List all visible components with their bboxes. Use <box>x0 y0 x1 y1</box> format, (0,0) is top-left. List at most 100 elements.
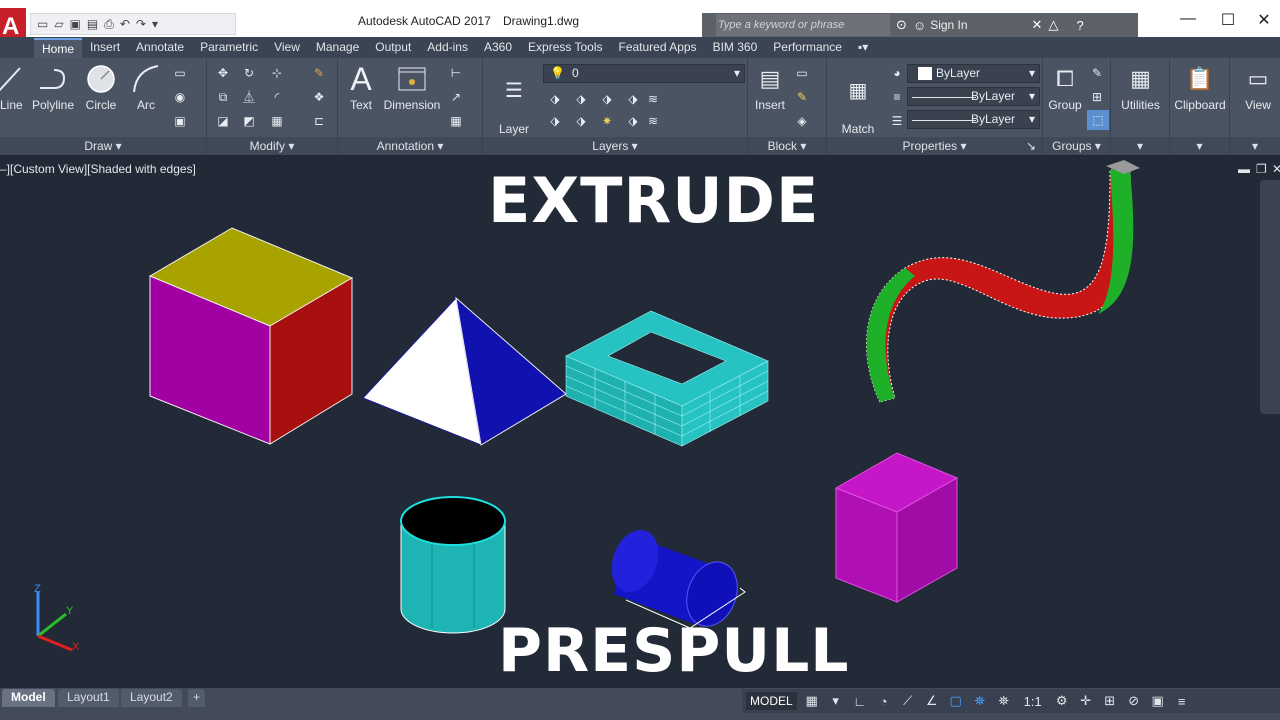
pressed-cylinder[interactable] <box>400 496 506 634</box>
tab-express-tools[interactable]: Express Tools <box>520 38 610 58</box>
print-icon[interactable]: ⎙ <box>104 17 114 32</box>
annotation-monitor-icon[interactable]: ✛ <box>1077 693 1095 709</box>
clipboard-dropdown-icon[interactable]: ▾ <box>1170 137 1229 155</box>
binoculars-icon[interactable]: ⊙ <box>896 17 907 33</box>
edit-attributes-icon[interactable]: ◈ <box>794 114 810 128</box>
undo-icon[interactable]: ↶ <box>120 17 130 31</box>
tab-manage[interactable]: Manage <box>308 38 367 58</box>
move-icon[interactable]: ✥ <box>215 66 231 80</box>
maximize-icon[interactable]: ☐ <box>1208 10 1248 30</box>
tab-parametric[interactable]: Parametric <box>192 38 266 58</box>
tab-home[interactable]: Home <box>34 38 83 58</box>
mirror-icon[interactable]: ⏅ <box>241 90 257 104</box>
color-dropdown[interactable]: ByLayer ▾ <box>907 64 1040 83</box>
layer-thaw-icon[interactable]: ⬗ <box>625 114 641 128</box>
tab-a360[interactable]: A360 <box>476 38 520 58</box>
ortho-icon[interactable]: ∟ <box>851 694 869 709</box>
line-tool[interactable]: Line <box>0 64 23 112</box>
extruded-cube[interactable] <box>148 227 354 445</box>
hatch-icon[interactable]: ◉ <box>172 90 188 104</box>
grid-icon[interactable]: ▦ <box>803 693 821 709</box>
layer-merge-icon[interactable]: ≋ <box>645 114 661 128</box>
arc-tool[interactable]: Arc <box>130 64 162 112</box>
isolate-objects-icon[interactable]: ⊘ <box>1125 693 1143 709</box>
object-snap-icon[interactable]: ▢ <box>947 693 965 709</box>
open-folder-icon[interactable]: ▱ <box>54 17 63 31</box>
close-icon[interactable]: ✕ <box>1244 10 1280 30</box>
group-tool[interactable]: ⧠ Group <box>1045 64 1085 112</box>
utilities-dropdown-icon[interactable]: ▾ <box>1111 137 1169 155</box>
tab-insert[interactable]: Insert <box>82 38 128 58</box>
tab-output[interactable]: Output <box>367 38 419 58</box>
layer-walk-icon[interactable]: ≋ <box>645 92 661 106</box>
help-button[interactable]: ? <box>1076 18 1083 33</box>
workspace-gear-icon[interactable]: ⚙ <box>1053 693 1071 709</box>
layer-off-icon[interactable]: ⬗ <box>547 92 563 106</box>
layers-panel-title[interactable]: Layers ▾ <box>483 137 747 155</box>
layer-make-current-icon[interactable]: ⬗ <box>547 114 563 128</box>
object-snap-tracking-icon[interactable]: ∠ <box>923 693 941 709</box>
view-tool[interactable]: ▭ View <box>1230 64 1280 112</box>
array-icon[interactable]: ▦ <box>269 114 285 128</box>
rotate-icon[interactable]: ↻ <box>241 66 257 80</box>
layout-tab-layout2[interactable]: Layout2 <box>121 689 182 707</box>
customization-icon[interactable]: ≡ <box>1173 694 1191 709</box>
tab-performance[interactable]: Performance <box>765 38 850 58</box>
draw-panel-title[interactable]: Draw ▾ <box>0 137 206 155</box>
tab-add-ins[interactable]: Add-ins <box>419 38 476 58</box>
layout-tab-model[interactable]: Model <box>2 689 55 707</box>
create-block-icon[interactable]: ▭ <box>794 66 810 80</box>
properties-panel-title[interactable]: Properties ▾ ↘ <box>827 137 1042 155</box>
drawing-viewport[interactable]: –][Custom View][Shaded with edges] ▬ ❐ ✕ <box>0 156 1280 688</box>
new-file-icon[interactable]: ▭ <box>37 17 48 31</box>
layer-unisolate-icon[interactable]: ✷ <box>599 114 615 128</box>
swept-solid[interactable] <box>866 160 1140 403</box>
layout-tab-layout1[interactable]: Layout1 <box>58 689 119 707</box>
layer-lock-icon[interactable]: ⬗ <box>625 92 641 106</box>
circle-tool[interactable]: Circle <box>84 64 118 112</box>
annotation-scale[interactable]: 1:1 <box>1019 694 1047 709</box>
exchange-icon[interactable]: ✕ <box>1032 17 1043 33</box>
minimize-icon[interactable]: — <box>1168 10 1208 28</box>
rectangle-icon[interactable]: ▭ <box>172 66 188 80</box>
navigation-bar[interactable] <box>1260 180 1280 414</box>
text-tool[interactable]: A Text <box>344 63 378 112</box>
polar-tracking-icon[interactable]: ◔ <box>875 694 893 709</box>
erase-icon[interactable]: ✎ <box>311 66 327 80</box>
lineweight-dropdown[interactable]: ByLayer ▾ <box>907 87 1040 106</box>
redo-icon[interactable]: ↷ <box>136 17 146 31</box>
tab-annotate[interactable]: Annotate <box>128 38 192 58</box>
group-selection-icon[interactable]: ⬚ <box>1087 110 1109 130</box>
view-dropdown-icon[interactable]: ▾ <box>1230 137 1280 155</box>
search-input[interactable] <box>716 14 890 36</box>
layer-isolate-icon[interactable]: ⬗ <box>573 92 589 106</box>
copy-icon[interactable]: ⧉ <box>215 90 231 104</box>
extruded-pyramid[interactable] <box>362 296 567 446</box>
isodraft-icon[interactable]: ⟋ <box>899 693 917 709</box>
linear-dimension-icon[interactable]: ⊢ <box>448 66 464 80</box>
layer-freeze-icon[interactable]: ⬗ <box>599 92 615 106</box>
ungroup-icon[interactable]: ✎ <box>1089 66 1105 80</box>
offset-icon[interactable]: ⊏ <box>311 114 327 128</box>
dimension-tool[interactable]: Dimension <box>382 64 442 112</box>
utilities-tool[interactable]: ▦ Utilities <box>1111 64 1170 112</box>
polyline-tool[interactable]: Polyline <box>30 64 76 112</box>
explode-icon[interactable]: ❖ <box>311 90 327 104</box>
leader-icon[interactable]: ↗ <box>448 90 464 104</box>
fillet-icon[interactable]: ◜ <box>269 90 285 104</box>
add-layout-button[interactable]: + <box>188 689 206 707</box>
autodesk-a360-icon[interactable]: △ <box>1048 17 1058 33</box>
save-icon[interactable]: ▣ <box>70 17 81 31</box>
tab-featured-apps[interactable]: Featured Apps <box>611 38 705 58</box>
modify-panel-title[interactable]: Modify ▾ <box>207 137 337 155</box>
table-icon[interactable]: ▦ <box>448 114 464 128</box>
extruded-box[interactable] <box>834 452 959 603</box>
annotation-visibility-icon[interactable]: ⛯ <box>971 693 989 709</box>
layer-match-icon[interactable]: ⬗ <box>573 114 589 128</box>
clean-screen-icon[interactable]: ▣ <box>1149 693 1167 709</box>
clipboard-tool[interactable]: 📋 Clipboard <box>1170 64 1230 112</box>
extruded-rectangular-frame[interactable] <box>565 310 769 447</box>
groups-panel-title[interactable]: Groups ▾ <box>1043 137 1110 155</box>
linetype-dropdown[interactable]: ByLayer ▾ <box>907 110 1040 129</box>
trim-icon[interactable]: ⊹ <box>269 66 285 80</box>
